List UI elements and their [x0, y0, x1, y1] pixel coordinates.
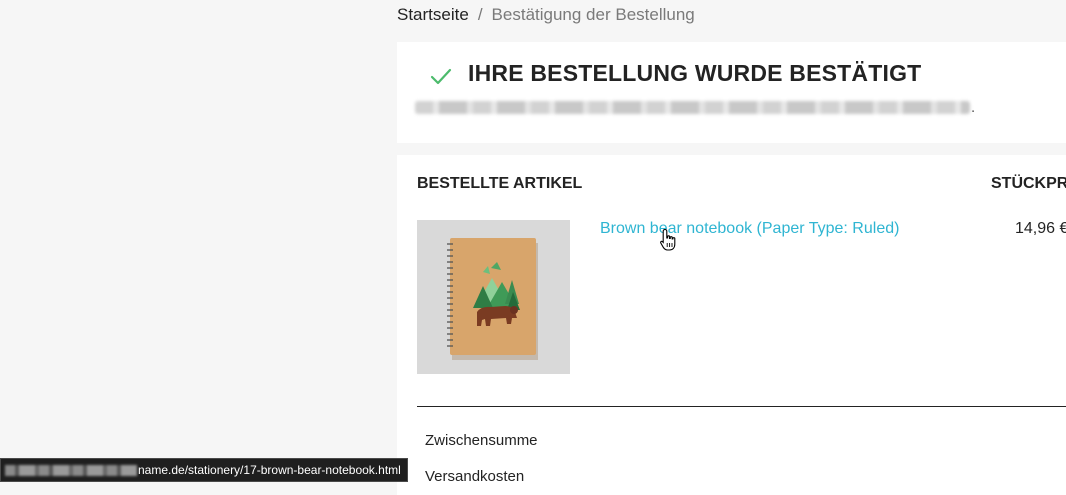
product-unit-price: 14,96 € — [1015, 220, 1066, 237]
unit-price-heading: STÜCKPR — [991, 175, 1066, 192]
hand-pointer-cursor-icon — [660, 228, 676, 251]
product-image[interactable] — [417, 220, 570, 374]
breadcrumb-current: Bestätigung der Bestellung — [491, 5, 695, 24]
order-confirmation-card: IHRE BESTELLUNG WURDE BESTÄTIGT . — [397, 42, 1066, 143]
shipping-label: Versandkosten — [425, 468, 525, 485]
browser-status-bar: name.de/stationery/17-brown-bear-noteboo… — [0, 458, 408, 482]
check-icon — [430, 68, 452, 85]
totals-divider — [417, 406, 1066, 407]
redacted-message-period: . — [971, 99, 976, 116]
ordered-items-heading: BESTELLTE ARTIKEL — [417, 175, 583, 192]
subtotal-label: Zwischensumme — [425, 432, 538, 449]
redacted-confirmation-message — [415, 101, 970, 114]
page-title: IHRE BESTELLUNG WURDE BESTÄTIGT — [468, 60, 922, 86]
ordered-items-card: BESTELLTE ARTIKEL STÜCKPR Brown bear not… — [397, 155, 1066, 495]
status-bar-url: name.de/stationery/17-brown-bear-noteboo… — [138, 463, 401, 477]
redacted-url-prefix — [5, 464, 137, 476]
breadcrumb-separator: / — [477, 5, 483, 24]
breadcrumb-home-link[interactable]: Startseite — [397, 5, 469, 24]
brown-bear-notebook-image — [447, 238, 538, 360]
product-name-link[interactable]: Brown bear notebook (Paper Type: Ruled) — [600, 220, 899, 238]
breadcrumb: Startseite / Bestätigung der Bestellung — [397, 5, 695, 25]
